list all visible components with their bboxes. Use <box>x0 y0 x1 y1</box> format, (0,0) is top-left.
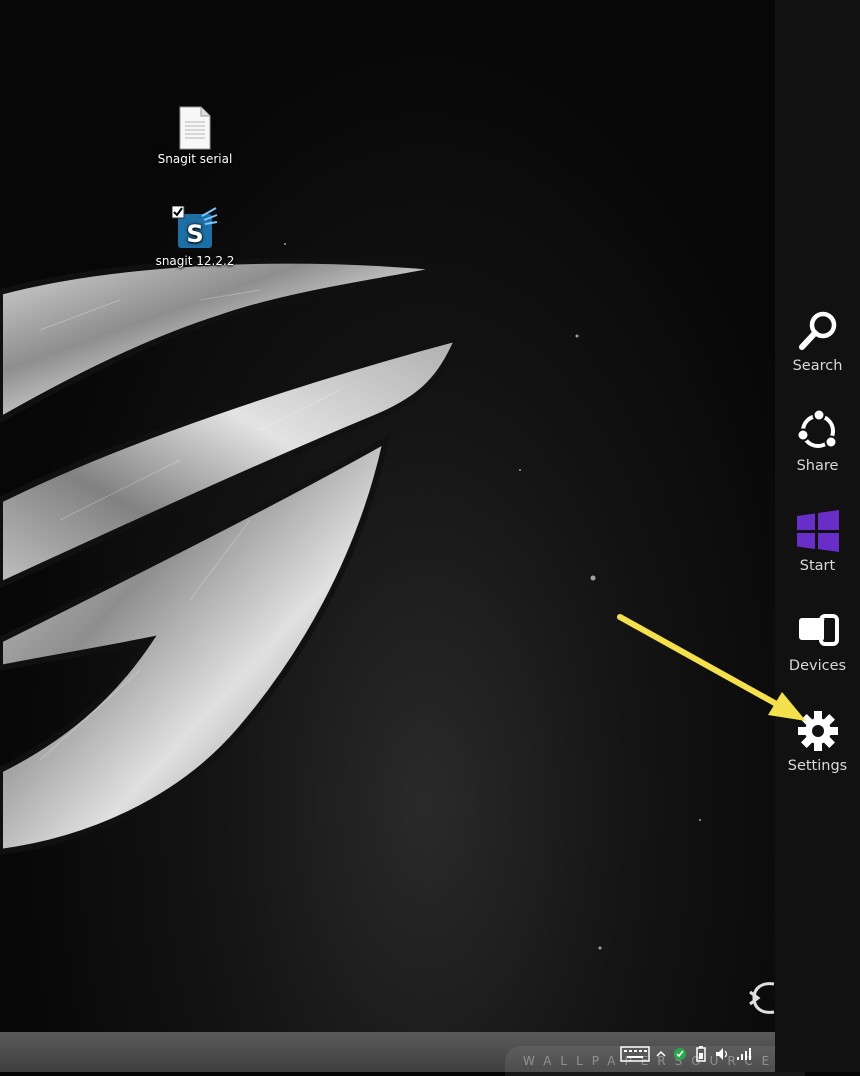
windows-start-icon <box>796 510 839 552</box>
battery-icon[interactable] <box>694 1046 708 1062</box>
text-document-icon <box>179 106 211 150</box>
charm-share[interactable]: Share <box>775 408 860 498</box>
volume-icon[interactable] <box>714 1046 730 1062</box>
wallpaper-logo-art <box>0 243 701 950</box>
desktop-icon-snagit-app[interactable]: S snagit 12.2.2 <box>155 206 235 268</box>
desktop-icon-snagit-serial[interactable]: Snagit serial <box>155 106 235 166</box>
snagit-app-icon: S <box>172 206 218 248</box>
network-signal-icon[interactable] <box>736 1047 752 1061</box>
svg-text:S: S <box>186 220 203 248</box>
system-tray <box>620 1042 752 1066</box>
charm-devices[interactable]: Devices <box>775 608 860 698</box>
desktop-icon-label: Snagit serial <box>157 152 233 166</box>
devices-icon <box>798 614 839 646</box>
desktop[interactable]: Snagit serial S snagit 12.2.2 <box>0 0 775 1072</box>
charm-settings[interactable]: Settings <box>775 708 860 798</box>
charms-bar: Search Share Start Devices Settings <box>775 0 860 1072</box>
charm-label: Search <box>792 358 843 374</box>
touch-gesture-icon <box>749 982 775 1014</box>
desktop-icon-label: snagit 12.2.2 <box>155 254 235 268</box>
charm-label: Settings <box>787 758 848 774</box>
gear-icon <box>797 711 838 751</box>
charm-search[interactable]: Search <box>775 308 860 398</box>
search-icon <box>798 311 836 350</box>
sync-status-icon[interactable] <box>672 1046 688 1062</box>
charm-label: Devices <box>788 658 847 674</box>
charm-start[interactable]: Start <box>775 508 860 598</box>
show-hidden-icons-chevron[interactable] <box>656 1049 666 1059</box>
share-icon <box>796 408 837 449</box>
charm-label: Start <box>799 558 836 574</box>
keyboard-icon[interactable] <box>620 1045 650 1063</box>
charm-label: Share <box>796 458 839 474</box>
